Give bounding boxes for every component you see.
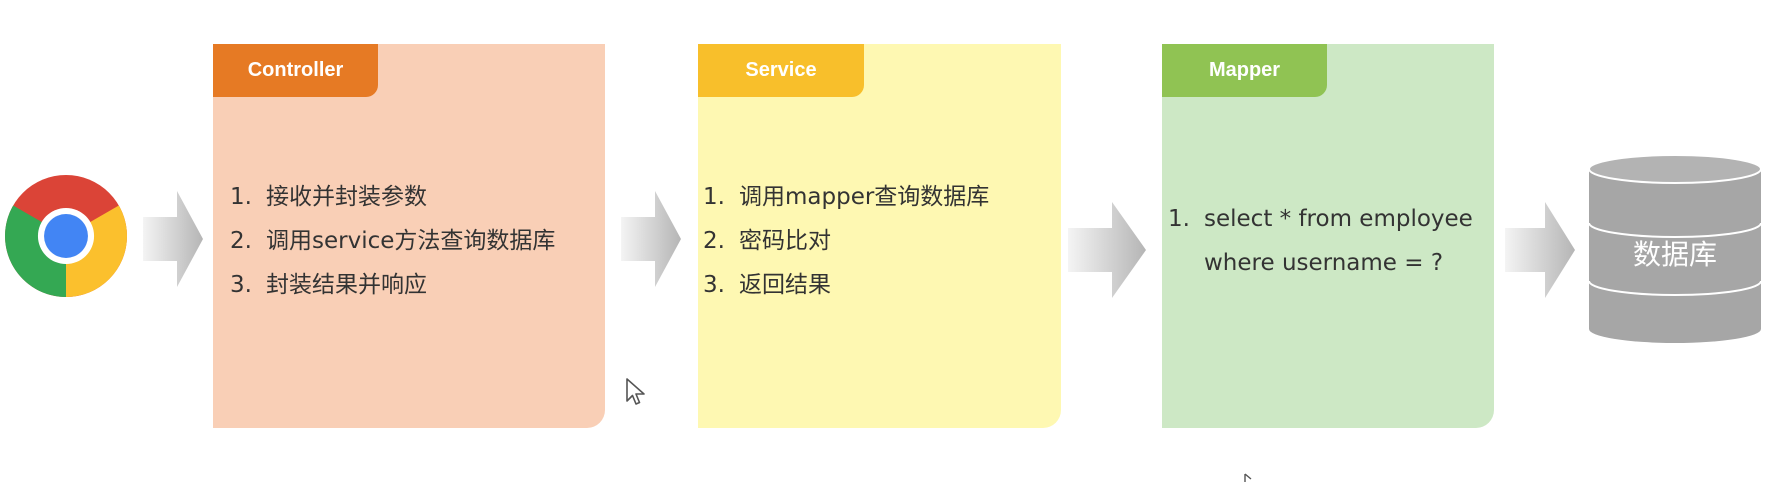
database-label: 数据库 (1632, 238, 1717, 271)
controller-card: Controller 1. 接收并封装参数 2. 调用service方法查询数据… (213, 44, 605, 428)
mapper-card: Mapper 1. select * from employee where u… (1162, 44, 1494, 428)
controller-steps: 1. 接收并封装参数 2. 调用service方法查询数据库 3. 封装结果并响… (230, 175, 555, 307)
arrow-right-icon (621, 191, 681, 287)
controller-step: 1. 接收并封装参数 (230, 184, 427, 210)
mouse-cursor-icon (625, 377, 647, 412)
chrome-browser-icon (5, 175, 127, 297)
controller-step: 3. 封装结果并响应 (230, 272, 427, 298)
controller-step: 2. 调用service方法查询数据库 (230, 228, 556, 254)
service-title: Service (698, 44, 864, 97)
arrow-right-icon (1068, 202, 1146, 298)
mapper-title: Mapper (1162, 44, 1327, 97)
service-step: 1. 调用mapper查询数据库 (703, 184, 990, 210)
database-icon: 数据库 (1587, 153, 1763, 345)
arrow-right-icon (1505, 202, 1575, 298)
arrow-right-icon (143, 191, 203, 287)
mapper-step: 1. select * from employee where username… (1168, 197, 1473, 285)
service-card: Service 1. 调用mapper查询数据库 2. 密码比对 3. 返回结果 (698, 44, 1061, 428)
service-steps: 1. 调用mapper查询数据库 2. 密码比对 3. 返回结果 (703, 175, 989, 307)
service-step: 3. 返回结果 (703, 272, 831, 298)
controller-title: Controller (213, 44, 378, 97)
mapper-steps: 1. select * from employee where username… (1168, 197, 1473, 285)
mouse-cursor-icon (1244, 470, 1256, 488)
login-flow-diagram: Controller 1. 接收并封装参数 2. 调用service方法查询数据… (0, 0, 1785, 482)
service-step: 2. 密码比对 (703, 228, 831, 254)
mapper-sql-query: select * from employee where username = … (1204, 206, 1473, 276)
